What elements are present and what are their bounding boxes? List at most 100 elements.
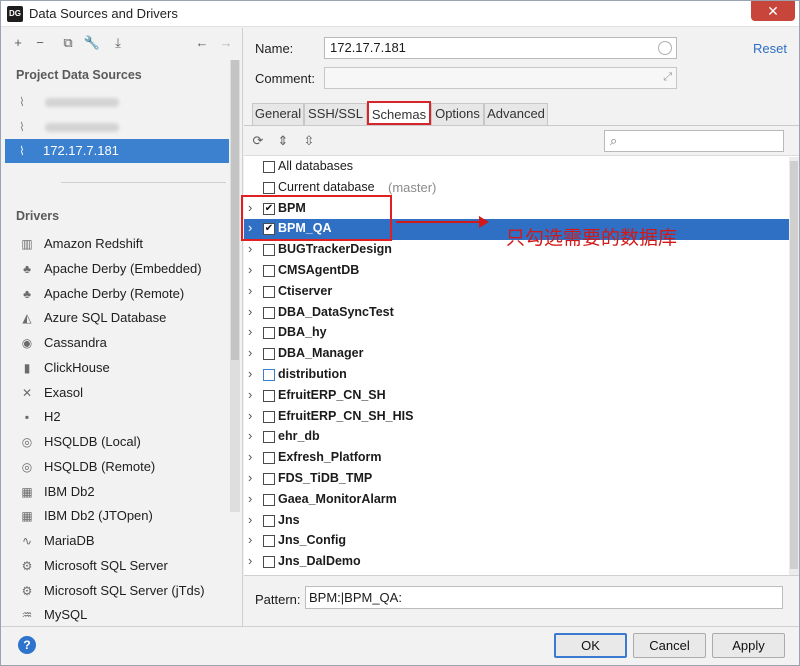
driver-item[interactable]: ▮ ClickHouse bbox=[19, 357, 229, 379]
schema-row[interactable]: › CMSAgentDB bbox=[244, 261, 789, 282]
schema-checkbox[interactable] bbox=[263, 369, 275, 381]
collapse-all-icon[interactable]: ⇳ bbox=[300, 132, 318, 150]
schema-row[interactable]: › EfruitERP_CN_SH_HIS bbox=[244, 407, 789, 428]
driver-item[interactable]: ♒ MySQL bbox=[19, 604, 229, 626]
schema-checkbox[interactable] bbox=[263, 265, 275, 277]
schema-row[interactable]: › Exfresh_Platform bbox=[244, 448, 789, 469]
chevron-right-icon[interactable]: › bbox=[248, 408, 252, 423]
data-source-item[interactable]: ⌇ bbox=[5, 115, 229, 139]
schema-checkbox[interactable] bbox=[263, 181, 275, 194]
schema-checkbox[interactable] bbox=[263, 244, 275, 257]
driver-item[interactable]: ▦ IBM Db2 (JTOpen) bbox=[19, 505, 229, 527]
schema-row[interactable]: › DBA_DataSyncTest bbox=[244, 303, 789, 324]
chevron-right-icon[interactable]: › bbox=[248, 532, 252, 547]
help-button[interactable]: ? bbox=[18, 636, 36, 654]
comment-input[interactable]: ⤢ bbox=[324, 67, 677, 89]
schema-checkbox[interactable] bbox=[263, 410, 275, 423]
chevron-right-icon[interactable]: › bbox=[248, 512, 252, 527]
tab-ssh-ssl[interactable]: SSH/SSL bbox=[304, 103, 367, 125]
schema-checkbox[interactable] bbox=[263, 473, 275, 485]
ok-button[interactable]: OK bbox=[554, 633, 627, 658]
schema-row[interactable]: › Ctiserver bbox=[244, 282, 789, 303]
data-source-item[interactable]: ⌇ bbox=[5, 90, 229, 114]
chevron-right-icon[interactable]: › bbox=[248, 283, 252, 298]
tab-general[interactable]: General bbox=[252, 103, 304, 125]
schema-row[interactable]: › distribution bbox=[244, 365, 789, 386]
pattern-input[interactable]: BPM:|BPM_QA: bbox=[305, 586, 783, 609]
schema-scrollbar[interactable] bbox=[789, 157, 799, 576]
data-source-item-selected[interactable]: ⌇ 172.17.7.181 bbox=[5, 139, 229, 163]
schema-checkbox[interactable] bbox=[263, 493, 275, 506]
schema-row[interactable]: › EfruitERP_CN_SH bbox=[244, 386, 789, 407]
driver-item[interactable]: ▪ H2 bbox=[19, 406, 229, 428]
schema-row[interactable]: › DBA_hy bbox=[244, 323, 789, 344]
left-scrollbar[interactable] bbox=[230, 60, 240, 512]
chevron-right-icon[interactable]: › bbox=[248, 449, 252, 464]
driver-item[interactable]: ⚙ Microsoft SQL Server (jTds) bbox=[19, 580, 229, 602]
driver-item[interactable]: ✕ Exasol bbox=[19, 382, 229, 404]
schema-row[interactable]: › ehr_db bbox=[244, 427, 789, 448]
driver-item[interactable]: ◎ HSQLDB (Remote) bbox=[19, 456, 229, 478]
minus-icon[interactable]: − bbox=[31, 34, 49, 52]
schema-checkbox[interactable] bbox=[263, 389, 275, 402]
tab-schemas[interactable]: Schemas bbox=[367, 101, 431, 125]
schema-checkbox[interactable] bbox=[263, 161, 275, 173]
tab-options[interactable]: Options bbox=[431, 103, 484, 125]
schema-checkbox[interactable] bbox=[263, 327, 275, 340]
chevron-right-icon[interactable]: › bbox=[248, 304, 252, 319]
expand-icon[interactable]: ⤢ bbox=[663, 71, 672, 84]
schema-row[interactable]: › FDS_TiDB_TMP bbox=[244, 469, 789, 490]
chevron-right-icon[interactable]: › bbox=[248, 366, 252, 381]
schema-row[interactable]: › Jns bbox=[244, 511, 789, 532]
driver-item[interactable]: ⚙ Microsoft SQL Server bbox=[19, 555, 229, 577]
apply-button[interactable]: Apply bbox=[712, 633, 785, 658]
schema-checkbox[interactable] bbox=[263, 535, 275, 548]
wrench-icon[interactable]: 🔧 bbox=[83, 34, 101, 52]
driver-item[interactable]: ◉ Cassandra bbox=[19, 332, 229, 354]
schema-checkbox[interactable] bbox=[263, 556, 275, 569]
schema-search-input[interactable]: ⌕ bbox=[604, 130, 784, 152]
forward-arrow-icon[interactable]: → bbox=[217, 34, 235, 52]
chevron-right-icon[interactable]: › bbox=[248, 324, 252, 339]
chevron-right-icon[interactable]: › bbox=[248, 491, 252, 506]
duplicate-icon[interactable]: ⧉ bbox=[59, 34, 77, 52]
scroll-thumb[interactable] bbox=[790, 161, 798, 569]
schema-checkbox[interactable] bbox=[263, 514, 275, 527]
schema-checkbox[interactable] bbox=[263, 348, 275, 361]
reset-link[interactable]: Reset bbox=[753, 41, 787, 56]
driver-item[interactable]: ◎ HSQLDB (Local) bbox=[19, 431, 229, 453]
tab-advanced[interactable]: Advanced bbox=[484, 103, 548, 125]
chevron-right-icon[interactable]: › bbox=[248, 553, 252, 568]
schema-row[interactable]: All databases bbox=[244, 157, 789, 178]
chevron-right-icon[interactable]: › bbox=[248, 387, 252, 402]
refresh-icon[interactable]: ⟳ bbox=[249, 132, 267, 150]
chevron-right-icon[interactable]: › bbox=[248, 241, 252, 256]
schema-row[interactable]: › Jns_Config bbox=[244, 531, 789, 552]
name-input[interactable]: 172.17.7.181 bbox=[324, 37, 677, 59]
import-icon[interactable]: ⤓ bbox=[109, 34, 127, 52]
add-icon[interactable]: + bbox=[9, 34, 27, 52]
driver-item[interactable]: ∿ MariaDB bbox=[19, 530, 229, 552]
chevron-right-icon[interactable]: › bbox=[248, 262, 252, 277]
schema-checkbox[interactable] bbox=[263, 285, 275, 298]
schema-checkbox[interactable] bbox=[263, 452, 275, 465]
schema-row[interactable]: › Gaea_MonitorAlarm bbox=[244, 490, 789, 511]
driver-item[interactable]: ♣ Apache Derby (Remote) bbox=[19, 283, 229, 305]
color-circle-icon[interactable] bbox=[658, 41, 672, 55]
chevron-right-icon[interactable]: › bbox=[248, 428, 252, 443]
driver-item[interactable]: ▦ IBM Db2 bbox=[19, 481, 229, 503]
expand-all-icon[interactable]: ⇕ bbox=[274, 132, 292, 150]
schema-row[interactable]: › DBA_Manager bbox=[244, 344, 789, 365]
scroll-thumb[interactable] bbox=[231, 60, 239, 360]
schema-checkbox[interactable] bbox=[263, 431, 275, 444]
schema-checkbox[interactable] bbox=[263, 306, 275, 319]
driver-item[interactable]: ◭ Azure SQL Database bbox=[19, 307, 229, 329]
cancel-button[interactable]: Cancel bbox=[633, 633, 706, 658]
driver-item[interactable]: ▥ Amazon Redshift bbox=[19, 233, 229, 255]
chevron-right-icon[interactable]: › bbox=[248, 345, 252, 360]
driver-item[interactable]: ♣ Apache Derby (Embedded) bbox=[19, 258, 229, 280]
schema-row[interactable]: › Jns_DalDemo bbox=[244, 552, 789, 573]
back-arrow-icon[interactable]: ← bbox=[193, 34, 211, 52]
close-button[interactable]: ✕ bbox=[751, 1, 795, 21]
chevron-right-icon[interactable]: › bbox=[248, 470, 252, 485]
